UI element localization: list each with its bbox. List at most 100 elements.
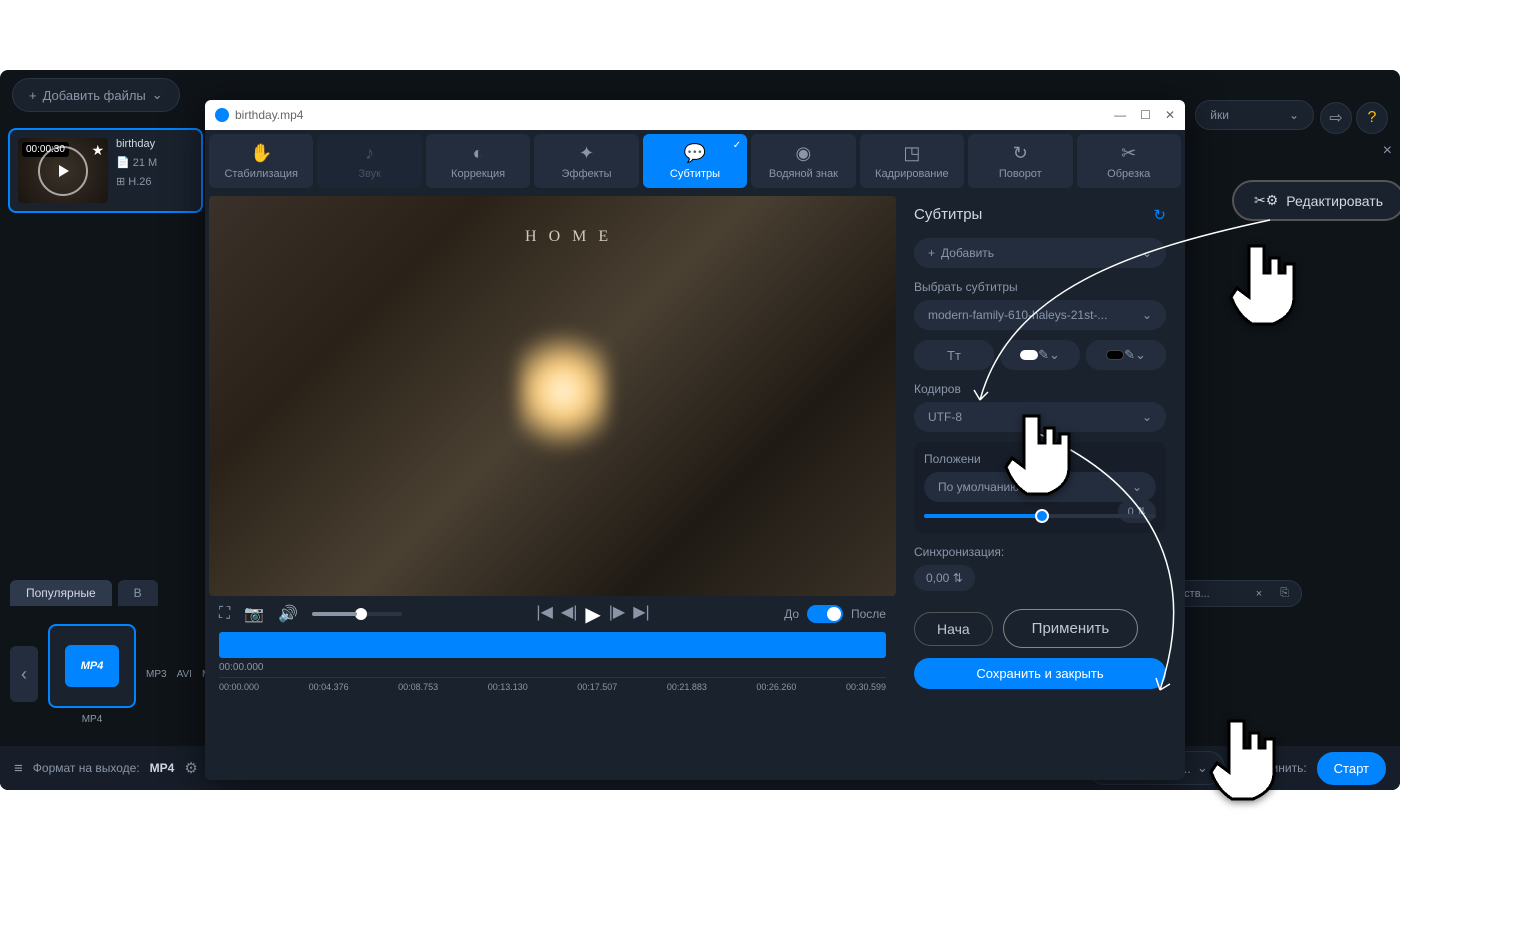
save-close-button[interactable]: Сохранить и закрыть <box>914 658 1166 689</box>
tools-icon: ✂⚙ <box>1254 192 1278 209</box>
encoding-selector[interactable]: UTF-8⌄ <box>914 402 1166 432</box>
window-title: birthday.mp4 <box>235 108 303 122</box>
bg-color-button[interactable]: ✎⌄ <box>1086 340 1166 370</box>
music-icon: ♪ <box>365 143 374 164</box>
after-label: После <box>851 607 886 621</box>
duration-badge: 00:00:30 <box>22 142 69 157</box>
text-color-button[interactable]: ✎⌄ <box>1000 340 1080 370</box>
share-icon[interactable]: ⇨ <box>1320 102 1352 134</box>
chevron-down-icon: ⌄ <box>152 87 163 103</box>
close-icon[interactable]: ✕ <box>1165 108 1175 122</box>
subtitle-panel: Субтитры↻ +Добавить⌄ Выбрать субтитры mo… <box>900 192 1180 712</box>
rotate-icon: ↻ <box>1013 143 1028 164</box>
snapshot-icon[interactable]: 📷 <box>244 604 264 624</box>
encoding-label: Кодиров <box>914 382 1166 396</box>
file-card[interactable]: 00:00:30 ★ birthday 📄 21 M ⊞ H.26 <box>8 128 203 213</box>
tab-rotate[interactable]: ↻Поворот <box>968 134 1072 188</box>
before-label: До <box>784 607 799 621</box>
file-codec: ⊞ H.26 <box>116 175 157 188</box>
file-list: 00:00:30 ★ birthday 📄 21 M ⊞ H.26 <box>8 128 203 628</box>
start-conversion-button[interactable]: Старт <box>1317 752 1386 785</box>
gear-icon[interactable]: ⚙ <box>184 759 197 777</box>
hand-icon: ✋ <box>250 143 272 164</box>
refresh-icon[interactable]: ↻ <box>1153 206 1166 224</box>
help-icon[interactable]: ? <box>1356 102 1388 134</box>
preview-area: H O M E ⛶ 📷 🔊 |◀ ◀| ▶ |▶ ▶| До <box>205 192 900 712</box>
video-preview[interactable]: H O M E <box>209 196 896 596</box>
star-icon: ★ <box>91 142 104 159</box>
merge-label: Объединить: <box>1235 761 1307 775</box>
player-controls: ⛶ 📷 🔊 |◀ ◀| ▶ |▶ ▶| До После <box>209 596 896 632</box>
timeline-track[interactable] <box>219 632 886 658</box>
minimize-icon[interactable]: — <box>1114 108 1126 122</box>
editor-window: birthday.mp4 — ☐ ✕ ✋Стабилизация ♪Звук ◐… <box>205 100 1185 780</box>
tab-effects[interactable]: ✦Эффекты <box>534 134 638 188</box>
edit-button[interactable]: ✂⚙Редактировать <box>1232 180 1400 221</box>
position-value[interactable]: 0 ⇅ <box>1118 500 1156 523</box>
app-logo-icon <box>215 108 229 122</box>
timeline[interactable]: 00:00.000 00:00.00000:04.37600:08.75300:… <box>209 632 896 702</box>
step-back-icon[interactable]: ◀| <box>561 602 577 627</box>
chevron-down-icon: ⌄ <box>1142 410 1152 424</box>
step-fwd-icon[interactable]: |▶ <box>609 602 625 627</box>
sync-input[interactable]: 0,00 ⇅ <box>914 565 975 591</box>
plus-icon: + <box>928 246 935 260</box>
file-thumbnail[interactable]: 00:00:30 ★ <box>18 138 108 203</box>
format-mp4[interactable]: MP4MP4 <box>48 624 136 725</box>
chevron-down-icon: ⌄ <box>1289 108 1299 122</box>
file-size: 📄 21 M <box>116 156 157 169</box>
add-files-button[interactable]: +Добавить файлы⌄ <box>12 78 180 112</box>
play-icon <box>59 165 69 177</box>
settings-dropdown[interactable]: йки⌄ <box>1195 100 1314 130</box>
stamp-icon: ◉ <box>796 143 812 164</box>
apply-button[interactable]: Применить <box>1003 609 1139 648</box>
fullscreen-icon[interactable]: ⛶ <box>219 605 230 623</box>
play-button[interactable]: ▶ <box>585 602 600 627</box>
tab-other[interactable]: В <box>118 580 158 606</box>
chevron-down-icon: ⌄ <box>1142 246 1152 260</box>
format-out-label: Формат на выходе: <box>33 761 140 775</box>
position-label: Положени <box>924 452 1156 466</box>
position-selector[interactable]: По умолчанию⌄ <box>924 472 1156 502</box>
edit-tabs: ✋Стабилизация ♪Звук ◐Коррекция ✦Эффекты … <box>205 130 1185 192</box>
select-label: Выбрать субтитры <box>914 280 1166 294</box>
plus-icon: + <box>29 88 37 103</box>
tab-sound[interactable]: ♪Звук <box>317 134 421 188</box>
tab-stabilization[interactable]: ✋Стабилизация <box>209 134 313 188</box>
tab-popular[interactable]: Популярные <box>10 580 112 606</box>
sync-label: Синхронизация: <box>914 545 1166 559</box>
position-slider[interactable] <box>924 514 1156 518</box>
speech-icon: 💬 <box>684 143 706 164</box>
carousel-prev[interactable]: ‹ <box>10 646 38 702</box>
volume-slider[interactable] <box>312 612 402 616</box>
format-mp3[interactable]: MP3 <box>146 669 167 680</box>
tab-correction[interactable]: ◐Коррекция <box>426 134 530 188</box>
preview-decoration: H O M E <box>525 228 612 246</box>
timeline-ruler: 00:00.00000:04.37600:08.75300:13.13000:1… <box>219 677 886 692</box>
maximize-icon[interactable]: ☐ <box>1140 108 1151 122</box>
format-avi[interactable]: AVI <box>177 669 192 680</box>
check-icon: ✓ <box>733 140 741 151</box>
chevron-down-icon: ⌄ <box>1197 760 1208 776</box>
tab-watermark[interactable]: ◉Водяной знак <box>751 134 855 188</box>
crop-icon: ◳ <box>903 143 920 164</box>
tab-subtitles[interactable]: 💬Субтитры✓ <box>643 134 747 188</box>
volume-icon[interactable]: 🔊 <box>278 604 298 624</box>
tab-trim[interactable]: ✂Обрезка <box>1077 134 1181 188</box>
timeline-current: 00:00.000 <box>219 662 886 673</box>
tab-crop[interactable]: ◳Кадрирование <box>860 134 964 188</box>
start-button[interactable]: Нача <box>914 612 993 646</box>
skip-back-icon[interactable]: |◀ <box>536 602 552 627</box>
window-titlebar: birthday.mp4 — ☐ ✕ <box>205 100 1185 130</box>
close-secondary-icon[interactable]: × <box>1383 142 1392 160</box>
font-button[interactable]: Тт <box>914 340 994 370</box>
skip-fwd-icon[interactable]: ▶| <box>633 602 649 627</box>
chevron-down-icon: ⌄ <box>1142 308 1152 322</box>
before-after-toggle[interactable] <box>807 605 843 623</box>
wand-icon: ✦ <box>579 143 594 164</box>
list-icon[interactable]: ≡ <box>14 760 23 777</box>
format-out-value: MP4 <box>150 761 175 775</box>
add-subtitle-button[interactable]: +Добавить⌄ <box>914 238 1166 268</box>
subtitle-selector[interactable]: modern-family-610-haleys-21st-...⌄ <box>914 300 1166 330</box>
scissors-icon: ✂ <box>1121 143 1136 164</box>
